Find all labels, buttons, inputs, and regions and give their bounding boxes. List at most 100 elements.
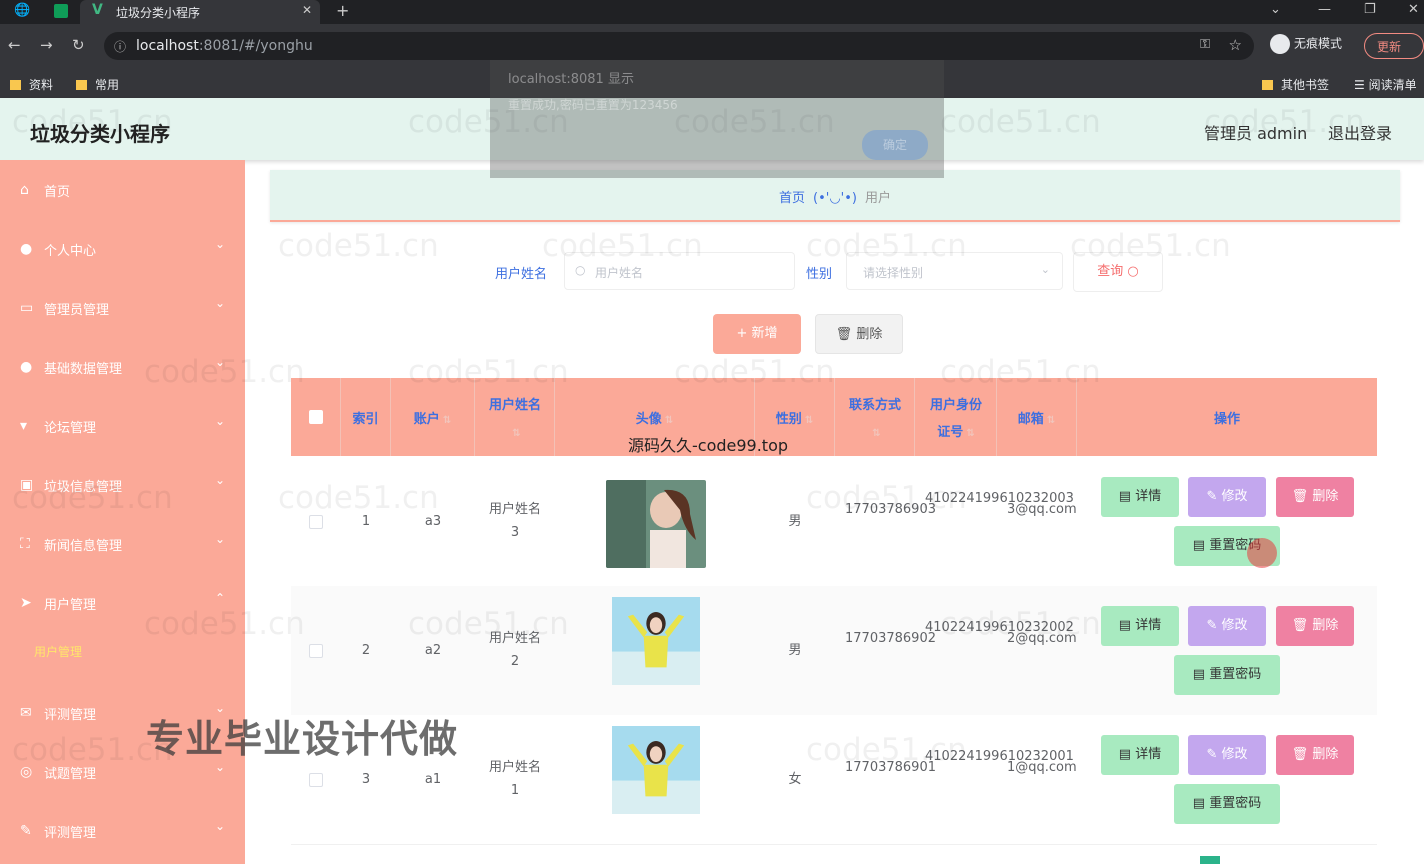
mail-icon: ✉ (20, 705, 32, 721)
bookmark-folder[interactable]: 资料 (10, 76, 53, 93)
document-icon: ▤ (1118, 618, 1136, 633)
breadcrumb-current: 用户 (864, 191, 891, 206)
url-bar[interactable]: ⓘ localhost:8081/#/yonghu ⚿ ☆ (104, 32, 1254, 60)
pencil-icon: ✎ (1206, 747, 1222, 762)
watermark: code51.cn (144, 606, 305, 642)
delete-button[interactable]: 🗑 删除 (1276, 606, 1354, 646)
watermark: code51.cn (12, 732, 173, 768)
watermark: code51.cn (806, 732, 967, 768)
sheet-icon[interactable] (54, 4, 68, 18)
table-row: 1 a3 用户姓名3 男 17703786903 410224199610232… (291, 457, 1377, 587)
header-phone[interactable]: 联系方式⇅ (835, 378, 915, 456)
bookmark-star-icon[interactable]: ☆ (1229, 36, 1242, 54)
edit-button[interactable]: ✎ 修改 (1188, 477, 1266, 517)
globe-icon: 🌐 (14, 3, 31, 18)
chevron-down-icon: ⌄ (214, 296, 225, 310)
cell-account: a1 (424, 772, 442, 787)
watermark: code51.cn (408, 606, 569, 642)
folder-icon (1262, 80, 1273, 90)
avatar (612, 726, 700, 814)
alert-message: 重置成功,密码已重置为123456 (508, 98, 678, 112)
forward-icon[interactable]: → (40, 36, 53, 54)
reading-list[interactable]: ☰ 阅读清单 (1354, 76, 1417, 93)
reset-password-button[interactable]: ▤ 重置密码 (1174, 784, 1280, 824)
select-all-checkbox[interactable] (309, 410, 323, 424)
batch-delete-button[interactable]: 🗑 删除 (815, 314, 903, 354)
bookmark-folder[interactable]: 其他书签 (1262, 76, 1329, 93)
document-icon: ▤ (1192, 796, 1210, 811)
sidebar-item-evaluation-2[interactable]: ✎ 评测管理 ⌄ (0, 801, 245, 860)
new-tab-icon[interactable]: + (336, 1, 349, 20)
delete-button[interactable]: 🗑 删除 (1276, 735, 1354, 775)
news-icon: ⛶ (20, 536, 30, 552)
row-checkbox[interactable] (309, 773, 323, 787)
watermark: code51.cn (144, 354, 305, 390)
tab-search-icon[interactable]: ⌄ (1270, 2, 1281, 17)
pencil-icon: ✎ (1206, 618, 1222, 633)
alert-ok-button[interactable]: 确定 (862, 130, 928, 160)
browser-tab[interactable]: V 垃圾分类小程序 ✕ (80, 0, 320, 24)
tab-title: 垃圾分类小程序 (116, 6, 201, 20)
sidebar-item-forum[interactable]: ▾ 论坛管理 ⌄ (0, 396, 245, 455)
promo-watermark: 专业毕业设计代做 (146, 717, 459, 761)
vue-logo-icon: V (92, 2, 103, 18)
info-icon[interactable]: ⓘ (114, 38, 126, 55)
trash-icon: 🗑 (1291, 618, 1313, 633)
document-icon: ▤ (1118, 489, 1136, 504)
avatar (606, 480, 706, 568)
watermark: code51.cn (806, 480, 967, 516)
chevron-down-icon: ⌄ (214, 473, 225, 487)
cell-gender: 女 (788, 772, 802, 787)
row-checkbox[interactable] (309, 515, 323, 529)
url-text: localhost:8081/#/yonghu (136, 38, 313, 54)
cell-name: 用户姓名1 (488, 760, 541, 798)
cell-index: 2 (361, 643, 371, 658)
watermark: code51.cn (674, 354, 835, 390)
delete-button[interactable]: 🗑 删除 (1276, 477, 1354, 517)
breadcrumb-home[interactable]: 首页 (779, 191, 805, 206)
home-icon: ⌂ (20, 182, 29, 198)
edit-button[interactable]: ✎ 修改 (1188, 606, 1266, 646)
chevron-down-icon: ⌄ (214, 819, 225, 833)
watermark: code51.cn (542, 228, 703, 264)
trash-icon: 🗑 (1291, 747, 1313, 762)
search-icon: ○ (575, 263, 586, 277)
document-icon: ▤ (1118, 747, 1136, 762)
trash-icon: 🗑 (835, 327, 857, 342)
detail-button[interactable]: ▤ 详情 (1101, 477, 1179, 517)
reload-icon[interactable]: ↻ (72, 36, 85, 54)
window-close-icon[interactable]: ✕ (1408, 2, 1419, 17)
edit-button[interactable]: ✎ 修改 (1188, 735, 1266, 775)
send-icon: ➤ (20, 595, 32, 611)
breadcrumb-separator: (•'◡'•) (813, 191, 857, 206)
key-icon[interactable]: ⚿ (1200, 37, 1210, 52)
sidebar-item-admins[interactable]: ▭ 管理员管理 ⌄ (0, 278, 245, 337)
name-filter-label: 用户姓名 (495, 267, 548, 282)
incognito-indicator[interactable]: 无痕模式 (1270, 34, 1342, 54)
sidebar-item-home[interactable]: ⌂ 首页 (0, 160, 245, 219)
pencil-icon: ✎ (1206, 489, 1222, 504)
reset-password-button[interactable]: ▤ 重置密码 (1174, 655, 1280, 695)
chevron-down-icon: ⌄ (214, 414, 225, 428)
bookmark-folder[interactable]: 常用 (76, 76, 119, 93)
row-checkbox[interactable] (309, 644, 323, 658)
back-icon[interactable]: ← (8, 36, 21, 54)
tab-close-icon[interactable]: ✕ (302, 3, 312, 17)
pagination-current-page[interactable] (1200, 856, 1220, 864)
cell-phone: 17703786902 (845, 631, 936, 646)
sidebar-item-profile[interactable]: ● 个人中心 ⌄ (0, 219, 245, 278)
sidebar-subitem-users[interactable]: 用户管理 (34, 643, 82, 660)
alert-title: localhost:8081 显示 (508, 72, 634, 87)
detail-button[interactable]: ▤ 详情 (1101, 735, 1179, 775)
watermark: code51.cn (278, 480, 439, 516)
restore-icon[interactable]: ❐ (1364, 2, 1376, 17)
sidebar-item-news[interactable]: ⛶ 新闻信息管理 ⌄ (0, 514, 245, 573)
header-index[interactable]: 索引 (341, 378, 391, 456)
detail-button[interactable]: ▤ 详情 (1101, 606, 1179, 646)
update-button[interactable]: 更新 (1364, 33, 1424, 59)
add-button[interactable]: + 新增 (713, 314, 801, 354)
cell-email: 3@qq.com (1007, 502, 1077, 517)
cell-index: 3 (361, 772, 371, 787)
minimize-icon[interactable]: — (1318, 2, 1331, 17)
watermark: code51.cn (408, 354, 569, 390)
